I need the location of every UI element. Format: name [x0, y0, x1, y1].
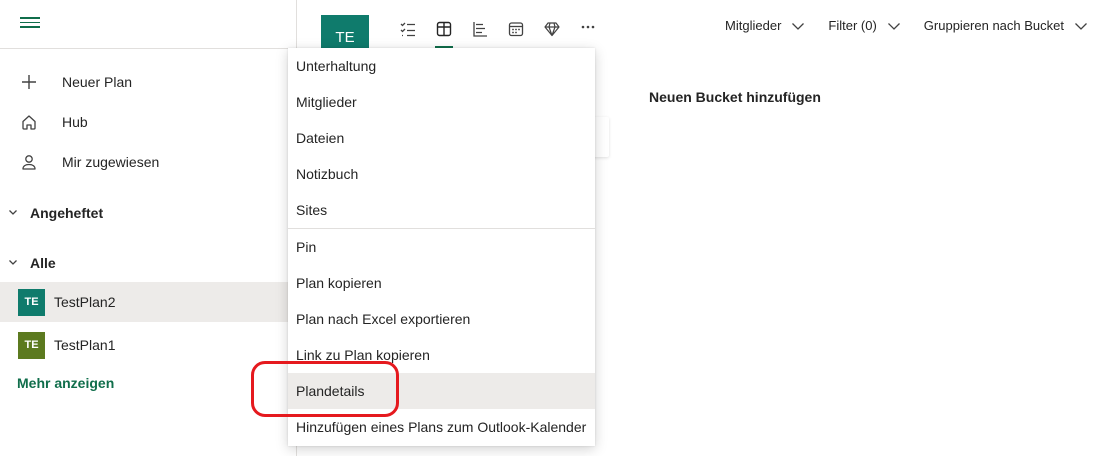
plan-label: TestPlan1 [54, 337, 116, 353]
section-all[interactable]: Alle [0, 248, 297, 278]
chevron-down-icon [8, 254, 18, 272]
sidebar: Neuer Plan Hub Mir zugewiesen Angeheftet… [0, 0, 297, 456]
menu-item-notebook[interactable]: Notizbuch [288, 156, 595, 192]
sidebar-item-new-plan[interactable]: Neuer Plan [0, 62, 297, 102]
add-bucket-button[interactable]: Neuen Bucket hinzufügen [649, 89, 821, 105]
plan-avatar: TE [18, 331, 45, 359]
home-icon [20, 113, 50, 131]
sidebar-item-label: Hub [62, 114, 88, 130]
checklist-view-icon[interactable] [390, 18, 426, 40]
section-label: Angeheftet [30, 205, 104, 221]
sidebar-item-label: Neuer Plan [62, 74, 133, 90]
menu-item-files[interactable]: Dateien [288, 120, 595, 156]
members-dropdown[interactable]: Mitglieder [725, 18, 805, 33]
plan-label: TestPlan2 [54, 294, 116, 310]
menu-item-export-excel[interactable]: Plan nach Excel exportieren [288, 301, 595, 337]
plus-icon [20, 73, 50, 91]
show-more-link[interactable]: Mehr anzeigen [17, 375, 114, 391]
hamburger-menu-icon[interactable] [20, 14, 40, 30]
plan-options-menu: Unterhaltung Mitglieder Dateien Notizbuc… [288, 48, 595, 446]
group-by-dropdown[interactable]: Gruppieren nach Bucket [924, 18, 1088, 33]
plan-avatar: TE [18, 288, 45, 316]
members-label: Mitglieder [725, 18, 782, 33]
person-icon [20, 153, 50, 171]
chevron-down-icon [8, 204, 18, 222]
timeline-view-icon[interactable] [462, 18, 498, 40]
premium-diamond-icon[interactable] [534, 18, 570, 40]
sidebar-plan-testplan1[interactable]: TE TestPlan1 [0, 325, 297, 365]
menu-item-pin[interactable]: Pin [288, 229, 595, 265]
filter-dropdown[interactable]: Filter (0) [828, 18, 900, 33]
board-view-icon[interactable] [426, 18, 462, 48]
chevron-down-icon [1074, 21, 1088, 31]
menu-item-conversation[interactable]: Unterhaltung [288, 48, 595, 84]
sidebar-item-label: Mir zugewiesen [62, 154, 160, 170]
chevron-down-icon [791, 21, 805, 31]
section-pinned[interactable]: Angeheftet [0, 198, 297, 228]
section-label: Alle [30, 255, 56, 271]
menu-item-sites[interactable]: Sites [288, 192, 595, 228]
calendar-view-icon[interactable] [498, 18, 534, 40]
group-by-label: Gruppieren nach Bucket [923, 18, 1064, 33]
view-switcher [390, 18, 606, 48]
sidebar-item-hub[interactable]: Hub [0, 102, 297, 142]
more-options-icon[interactable] [570, 18, 606, 40]
menu-item-plan-details[interactable]: Plandetails [288, 373, 595, 409]
menu-item-copy-link[interactable]: Link zu Plan kopieren [288, 337, 595, 373]
menu-item-copy-plan[interactable]: Plan kopieren [288, 265, 595, 301]
menu-item-members[interactable]: Mitglieder [288, 84, 595, 120]
sidebar-divider [0, 48, 297, 49]
menu-item-add-to-outlook[interactable]: Hinzufügen eines Plans zum Outlook-Kalen… [288, 409, 595, 445]
plan-header-avatar: TE [321, 15, 369, 48]
sidebar-item-assigned-to-me[interactable]: Mir zugewiesen [0, 142, 297, 182]
top-toolbar: Mitglieder Filter (0) Gruppieren nach Bu… [702, 18, 1088, 33]
sidebar-plan-testplan2[interactable]: TE TestPlan2 [0, 282, 297, 322]
filter-label: Filter (0) [828, 18, 877, 33]
chevron-down-icon [887, 21, 901, 31]
